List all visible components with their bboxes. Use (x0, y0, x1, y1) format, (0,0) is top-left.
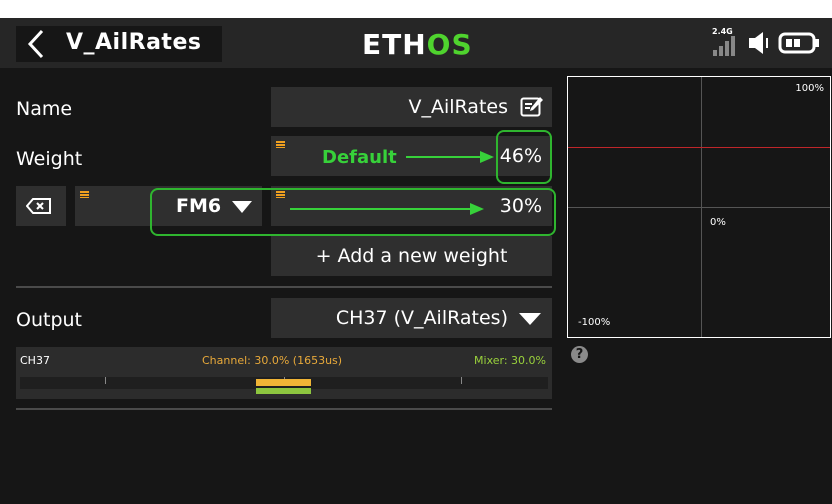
back-arrow-icon[interactable] (26, 28, 46, 60)
weight-curve-line (568, 147, 830, 148)
monitor-mixer-text: Mixer: 30.0% (474, 354, 546, 367)
add-weight-button[interactable]: + Add a new weight (271, 236, 552, 276)
track-tick (461, 377, 462, 384)
help-icon[interactable]: ? (571, 346, 588, 363)
track-tick (105, 377, 106, 384)
fm-weight-highlight (150, 188, 556, 236)
ethos-logo: ETHOS (362, 28, 492, 61)
delete-weight-button[interactable] (16, 186, 66, 226)
drag-handle-icon[interactable] (276, 141, 285, 148)
name-label: Name (16, 98, 73, 120)
monitor-track (20, 377, 548, 394)
divider (16, 408, 552, 410)
chevron-down-icon (519, 313, 541, 325)
signal-strength-icon (713, 36, 735, 56)
default-weight-highlight (496, 130, 552, 184)
graph-label-top: 100% (795, 83, 824, 94)
mixer-output-bar (256, 388, 311, 394)
edit-icon[interactable] (520, 96, 544, 118)
radio-display: V_AilRates ETHOS 2.4G Name V_AilRates We… (0, 18, 832, 504)
output-value: CH37 (V_AilRates) (335, 307, 508, 329)
graph-axis-horizontal (568, 207, 830, 208)
name-field[interactable]: V_AilRates (271, 87, 552, 127)
logo-text-eth: ETH (362, 28, 427, 61)
output-select[interactable]: CH37 (V_AilRates) (271, 298, 552, 338)
weight-graph: 100% 0% -100% (567, 76, 831, 338)
default-annotation-label: Default (322, 147, 397, 168)
monitor-channel-text: Channel: 30.0% (1653us) (202, 354, 343, 367)
page-title: V_AilRates (66, 30, 202, 55)
add-weight-label: + Add a new weight (315, 245, 508, 267)
logo-text-os: OS (426, 28, 473, 61)
default-annotation-arrow-icon (406, 151, 494, 163)
speaker-icon (749, 32, 768, 54)
divider (16, 286, 552, 288)
screen: V_AilRates ETHOS 2.4G Name V_AilRates We… (0, 0, 832, 504)
weight-label: Weight (16, 148, 83, 170)
battery-icon (778, 32, 819, 54)
channel-monitor: CH37 Channel: 30.0% (1653us) Mixer: 30.0… (16, 347, 552, 399)
monitor-channel-name: CH37 (20, 354, 50, 367)
drag-handle-icon[interactable] (80, 191, 89, 198)
delete-key-icon (26, 198, 51, 214)
channel-output-bar (256, 379, 311, 386)
graph-label-bottom: -100% (578, 317, 611, 328)
graph-area: 100% 0% -100% (568, 77, 830, 337)
output-label: Output (16, 309, 82, 331)
graph-label-mid: 0% (710, 217, 726, 228)
header-bar: V_AilRates ETHOS 2.4G (0, 18, 832, 68)
name-value: V_AilRates (408, 96, 508, 118)
